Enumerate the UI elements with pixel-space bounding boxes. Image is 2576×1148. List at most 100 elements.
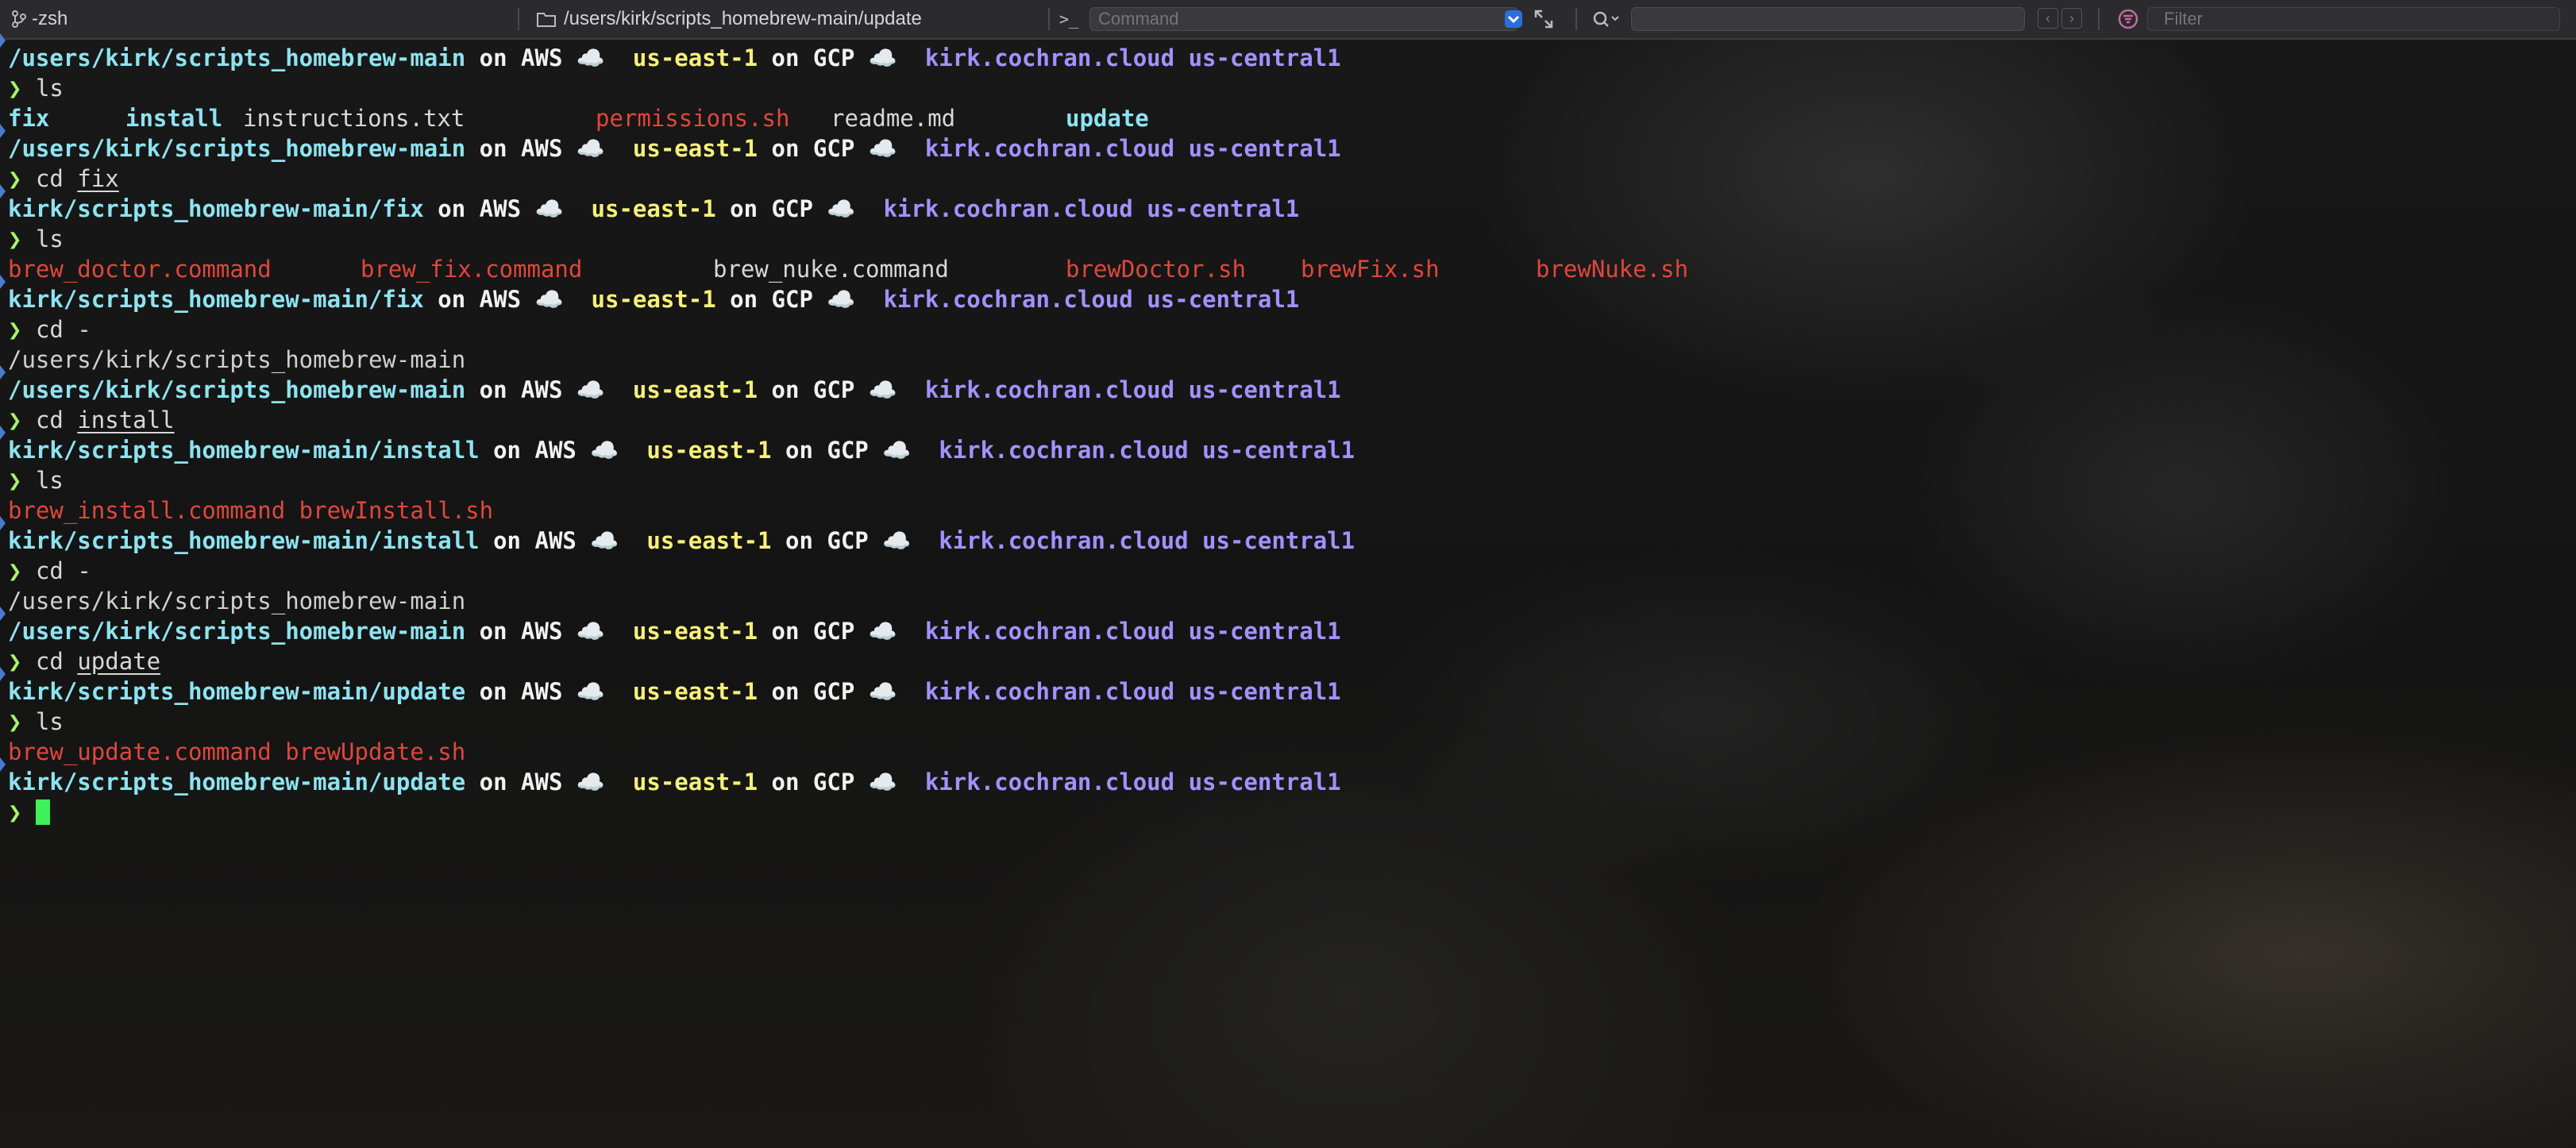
aws-label: AWS [534,437,577,464]
aws-label: AWS [521,135,563,162]
prompt-symbol: ❯ [8,467,22,494]
tab-divider [1048,8,1050,30]
prompt-symbol: ❯ [8,799,22,826]
prompt-marker-icon [0,275,6,289]
gcp-label: GCP [827,437,869,464]
cloud-icon: ☁️ [534,195,564,222]
file-entry[interactable]: brewUpdate.sh [285,737,465,767]
prompt-line: kirk/scripts_homebrew-main/install on AW… [0,426,2565,465]
segment-on: on [479,769,507,796]
cloud-icon: ☁️ [868,44,897,71]
command-text: ls [35,467,64,494]
text-output: /users/kirk/scripts_homebrew-main [8,345,2565,375]
command-input[interactable] [1089,7,1518,31]
next-icon[interactable]: › [2061,8,2082,29]
command-line: ❯ cd install [8,405,2565,435]
gcp-region: us-central1 [1188,769,1341,796]
segment-on: on [771,678,800,705]
segment-on: on [479,44,507,71]
prompt-marker-icon [0,757,6,772]
segment-on: on [730,195,758,222]
prompt-line: kirk/scripts_homebrew-main/fix on AWS ☁️… [0,184,2565,224]
gcp-project: kirk.cochran.cloud [939,527,1189,554]
command-text: ls [35,225,64,252]
file-entry[interactable]: brew_fix.command [361,254,713,284]
segment-on: on [771,135,800,162]
aws-label: AWS [521,44,563,71]
gcp-region: us-central1 [1147,286,1300,313]
aws-label: AWS [479,286,522,313]
file-entry[interactable]: brew_doctor.command [8,254,361,284]
cloud-icon: ☁️ [868,678,897,705]
segment-on: on [438,195,466,222]
expand-icon[interactable] [1533,0,1555,38]
command-text: cd - [35,316,91,343]
filter-input[interactable] [2147,7,2560,31]
prompt-line: kirk/scripts_homebrew-main/install on AW… [0,516,2565,556]
file-entry[interactable]: brew_update.command [8,737,272,767]
prompt-line: kirk/scripts_homebrew-main/update on AWS… [0,757,2565,797]
command-arg: update [77,648,161,675]
segment-on: on [785,527,813,554]
command-text: cd [35,648,64,675]
tab-divider [2098,8,2100,30]
cwd-path: kirk/scripts_homebrew-main/update [8,678,466,705]
prompt-line: /users/kirk/scripts_homebrew-main on AWS… [0,33,2565,73]
prompt-symbol: ❯ [8,225,22,252]
prev-icon[interactable]: ‹ [2038,8,2058,29]
file-entry[interactable]: brewInstall.sh [299,495,493,526]
aws-region: us-east-1 [632,44,758,71]
folder-icon [537,13,556,27]
gcp-project: kirk.cochran.cloud [924,769,1175,796]
text-cursor[interactable] [35,799,50,825]
ls-output: brew_doctor.command brew_fix.command brew_… [8,254,2565,284]
cloud-icon: ☁️ [590,437,619,464]
aws-region: us-east-1 [632,769,758,796]
command-line: ❯ [8,797,2565,827]
gcp-label: GCP [812,769,855,796]
file-entry[interactable]: instructions.txt [243,103,596,133]
search-input[interactable] [1631,7,2025,31]
tab-path[interactable]: /users/kirk/scripts_homebrew-main/update [537,0,922,38]
segment-on: on [730,286,758,313]
tab-zsh[interactable]: -zsh [11,0,67,38]
cwd-path: /users/kirk/scripts_homebrew-main [8,44,466,71]
cwd-path: kirk/scripts_homebrew-main/install [8,437,480,464]
dropdown-icon[interactable] [1504,0,1523,38]
cwd-path: /users/kirk/scripts_homebrew-main [8,376,466,403]
segment-on: on [785,437,813,464]
file-entry[interactable]: update [1066,103,1149,133]
file-entry[interactable]: brewFix.sh [1301,254,1536,284]
cloud-icon: ☁️ [576,44,605,71]
prompt-marker-icon [0,124,6,138]
gcp-region: us-central1 [1188,44,1341,71]
gcp-project: kirk.cochran.cloud [924,678,1175,705]
gcp-project: kirk.cochran.cloud [883,286,1133,313]
terminal-icon: >_ [1059,10,1079,29]
file-entry[interactable]: readme.md [831,103,1066,133]
text-output: /users/kirk/scripts_homebrew-main [8,586,2565,616]
search-icon[interactable] [1591,0,1623,38]
aws-region: us-east-1 [632,135,758,162]
tab-label: -zsh [32,8,68,29]
prompt-symbol: ❯ [8,406,22,433]
file-entry[interactable]: permissions.sh [596,103,831,133]
aws-region: us-east-1 [591,286,716,313]
file-entry[interactable]: brew_install.command [8,495,285,526]
gcp-region: us-central1 [1202,527,1355,554]
segment-on: on [771,618,800,645]
file-entry[interactable]: fix [8,103,125,133]
aws-label: AWS [521,678,563,705]
aws-label: AWS [479,195,522,222]
file-entry[interactable]: install [125,103,243,133]
path-label: /users/kirk/scripts_homebrew-main/update [564,8,922,29]
file-entry[interactable]: brew_nuke.command [713,254,1066,284]
prompt-line: /users/kirk/scripts_homebrew-main on AWS… [0,365,2565,405]
file-entry[interactable]: brewDoctor.sh [1066,254,1301,284]
cloud-icon: ☁️ [534,286,564,313]
segment-on: on [493,527,522,554]
prompt-symbol: ❯ [8,708,22,735]
terminal-output[interactable]: /users/kirk/scripts_homebrew-main on AWS… [0,33,2565,827]
file-entry[interactable]: brewNuke.sh [1536,254,1688,284]
gcp-project: kirk.cochran.cloud [924,135,1175,162]
